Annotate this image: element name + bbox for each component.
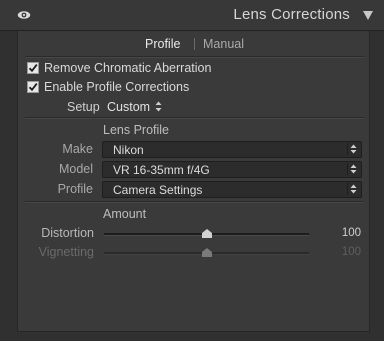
checkbox-checked-icon[interactable]: [27, 81, 39, 93]
distortion-label: Distortion: [41, 226, 94, 240]
tab-manual[interactable]: Manual: [203, 37, 244, 51]
vignetting-label: Vignetting: [38, 245, 94, 259]
checkbox-checked-icon[interactable]: [27, 62, 39, 74]
triangle-down-icon[interactable]: [363, 11, 373, 20]
tab-divider: [194, 38, 195, 50]
setup-label: Setup: [67, 100, 100, 114]
up-down-arrows-icon: [347, 183, 357, 195]
up-down-arrows-icon: [347, 163, 357, 175]
model-select[interactable]: VR 16-35mm f/4G: [102, 161, 362, 178]
panel-header[interactable]: Lens Corrections: [0, 0, 384, 31]
model-value: VR 16-35mm f/4G: [113, 163, 210, 177]
checkbox-label: Remove Chromatic Aberration: [44, 61, 212, 75]
make-value: Nikon: [113, 143, 144, 157]
up-down-arrows-icon[interactable]: [155, 101, 162, 112]
panel-body: Profile Manual Remove Chromatic Aberrati…: [17, 31, 370, 332]
profile-select[interactable]: Camera Settings: [102, 181, 362, 198]
lens-corrections-panel: Lens Corrections Profile Manual Remove C…: [0, 0, 384, 341]
checkbox-label: Enable Profile Corrections: [44, 80, 190, 94]
profile-label: Profile: [57, 182, 93, 196]
amount-title: Amount: [103, 207, 147, 221]
eye-icon[interactable]: [17, 9, 31, 21]
lens-profile-title: Lens Profile: [103, 123, 170, 137]
profile-manual-tabs: Profile Manual: [18, 31, 369, 55]
model-label: Model: [58, 162, 93, 176]
up-down-arrows-icon: [347, 143, 357, 155]
distortion-value[interactable]: 100: [321, 227, 361, 239]
distortion-slider-thumb[interactable]: [201, 229, 212, 238]
divider: [25, 117, 364, 119]
vignetting-slider-thumb: [201, 248, 212, 257]
divider: [25, 56, 364, 58]
tab-profile[interactable]: Profile: [145, 37, 180, 51]
profile-value: Camera Settings: [113, 183, 203, 197]
vignetting-value: 100: [341, 246, 361, 258]
divider: [25, 201, 364, 203]
make-label: Make: [62, 142, 93, 156]
panel-title: Lens Corrections: [233, 6, 350, 23]
make-select[interactable]: Nikon: [102, 141, 362, 158]
setup-popup[interactable]: Custom: [107, 100, 150, 114]
